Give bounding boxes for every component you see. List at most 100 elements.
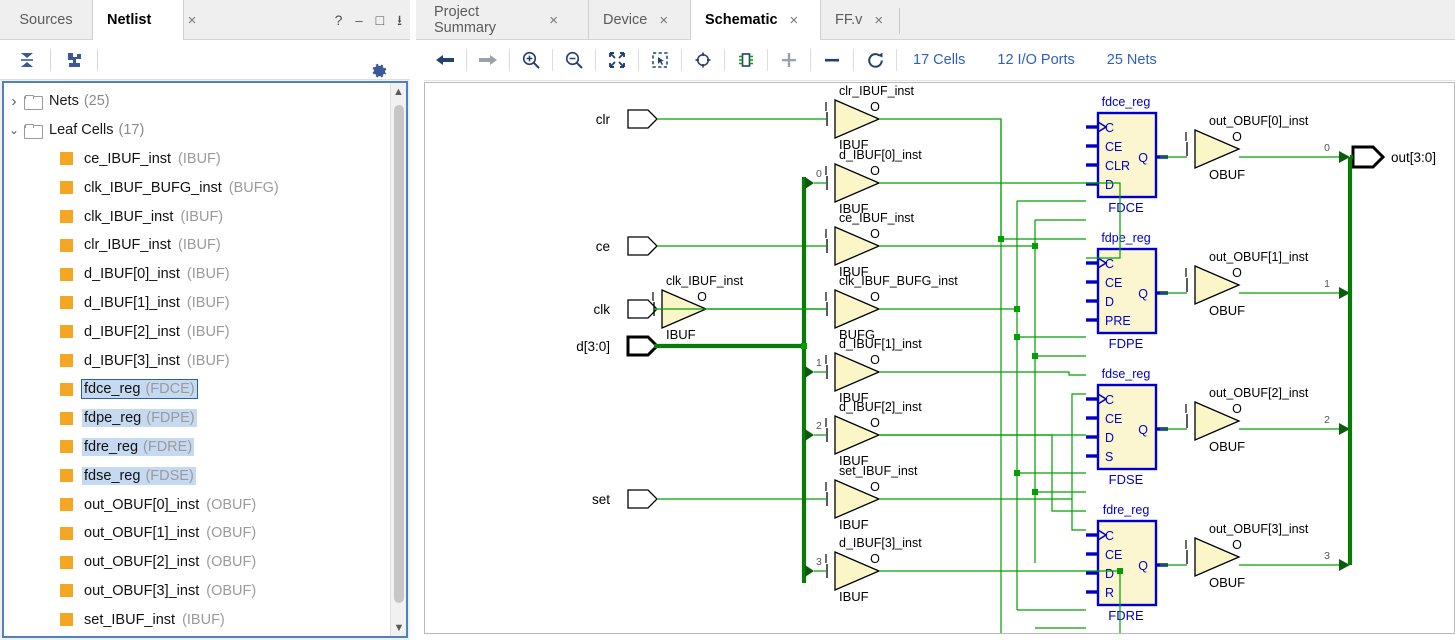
tree-item-clk_IBUF_inst[interactable]: clk_IBUF_inst (IBUF) — [4, 202, 390, 231]
tab-ffv[interactable]: FF.v × — [821, 0, 899, 40]
chevron-down-icon[interactable]: ⌄ — [4, 123, 24, 137]
buffer-pin-O: O — [870, 227, 880, 241]
wire-junction — [1032, 489, 1038, 495]
zoom-area-icon[interactable] — [639, 40, 681, 81]
tree-item-out_OBUF0_inst[interactable]: out_OBUF[0]_inst (OBUF) — [4, 490, 390, 519]
close-icon[interactable]: × — [659, 12, 668, 29]
buffer-pin-I: I — [824, 100, 827, 114]
scroll-down-icon[interactable]: ▼ — [391, 619, 406, 636]
register-pin-Q: Q — [1138, 559, 1148, 573]
obuf-type-label: OBUF — [1209, 167, 1245, 182]
auto-fit-icon[interactable] — [57, 40, 91, 80]
minus-icon[interactable] — [811, 40, 853, 81]
tab-project-summary[interactable]: Project Summary × — [420, 0, 572, 40]
obuf-type-label: OBUF — [1209, 575, 1245, 590]
left-tabbar: Sources Netlist ? × ? – □ ⭳ — [0, 0, 410, 40]
input-port-pin-d30[interactable] — [626, 335, 660, 357]
cell-name: fdce_reg — [84, 381, 141, 398]
schematic-tabbar: Project Summary × Device × Schematic × F… — [416, 0, 1455, 40]
close-icon[interactable]: × — [790, 12, 799, 29]
scroll-thumb[interactable] — [394, 105, 404, 603]
schematic-canvas[interactable]: clr ce clk d[3:0] set clr_IBUF_inst O I IBUF d_IB… — [424, 82, 1455, 634]
bus-index-label: 2 — [816, 420, 822, 432]
tree-item-d_IBUF3_inst[interactable]: d_IBUF[3]_inst (IBUF) — [4, 346, 390, 375]
back-arrow-icon[interactable] — [424, 40, 466, 81]
tree-item-ce_IBUF_inst[interactable]: ce_IBUF_inst (IBUF) — [4, 145, 390, 174]
cell-name: out_OBUF[0]_inst — [84, 496, 200, 513]
tree-item-out_OBUF2_inst[interactable]: out_OBUF[2]_inst (OBUF) — [4, 548, 390, 577]
left-window-buttons: ? – □ ⭳ — [335, 0, 402, 40]
maximize-icon[interactable]: □ — [376, 13, 384, 27]
tree-item-fdce_reg[interactable]: fdce_reg (FDCE) — [4, 375, 390, 404]
tree-item-d_IBUF0_inst[interactable]: d_IBUF[0]_inst (IBUF) — [4, 260, 390, 289]
tab-project-summary-label: Project Summary — [434, 4, 497, 36]
out-bus-index-label: 1 — [1324, 278, 1330, 290]
tab-netlist-label: Netlist — [107, 12, 152, 28]
netlist-scrollbar[interactable]: ▲ ▼ — [390, 83, 406, 636]
tree-item-d_IBUF1_inst[interactable]: d_IBUF[1]_inst (IBUF) — [4, 289, 390, 318]
input-port-pin-set[interactable] — [627, 489, 658, 509]
cell-icon — [60, 181, 73, 195]
tree-item-clr_IBUF_inst[interactable]: clr_IBUF_inst (IBUF) — [4, 231, 390, 260]
tree-group-label: Leaf Cells — [49, 122, 114, 139]
tab-device[interactable]: Device × — [588, 0, 690, 40]
tree-item-label: fdpe_reg (FDPE) — [82, 409, 197, 428]
wire-junction — [1032, 353, 1038, 359]
buffer-inst-label: d_IBUF[1]_inst — [839, 337, 922, 351]
tree-group-leaf-cells[interactable]: ⌄ Leaf Cells (17) — [4, 116, 390, 145]
tab-netlist[interactable]: Netlist ? — [92, 0, 184, 40]
float-icon[interactable]: ⭳ — [397, 13, 402, 27]
netlist-tree[interactable]: › Nets (25) ⌄ Leaf Cells (17) ce_IBUF_inst (IBU… — [2, 81, 408, 638]
tab-netlist-close[interactable]: × — [180, 0, 204, 40]
plus-icon[interactable] — [768, 40, 810, 81]
wire-junction — [1032, 243, 1038, 249]
tree-item-fdpe_reg[interactable]: fdpe_reg (FDPE) — [4, 404, 390, 433]
zoom-fit-icon[interactable] — [596, 40, 638, 81]
tree-item-label: out_OBUF[1]_inst — [82, 524, 201, 542]
tree-item-d_IBUF2_inst[interactable]: d_IBUF[2]_inst (IBUF) — [4, 317, 390, 346]
status-nets[interactable]: 25 Nets — [1107, 52, 1157, 68]
input-port-pin-clr[interactable] — [627, 109, 658, 129]
obuf-inst-label: out_OBUF[3]_inst — [1209, 522, 1309, 536]
register-inst-label: fdce_reg — [1102, 95, 1151, 109]
obuf-inst-label: out_OBUF[2]_inst — [1209, 386, 1309, 400]
zoom-out-icon[interactable] — [553, 40, 595, 81]
tree-group-count: (17) — [118, 122, 145, 139]
close-icon[interactable]: × — [874, 12, 883, 29]
zoom-in-icon[interactable] — [510, 40, 552, 81]
cell-icon — [60, 526, 73, 540]
minimize-icon[interactable]: – — [355, 14, 362, 27]
bus-index-label: 0 — [816, 168, 822, 180]
tree-item-out_OBUF3_inst[interactable]: out_OBUF[3]_inst (OBUF) — [4, 577, 390, 606]
tree-item-fdre_reg[interactable]: fdre_reg (FDRE) — [4, 433, 390, 462]
output-port-pin-out[interactable] — [1351, 145, 1386, 169]
obuf-pin-O: O — [1232, 130, 1242, 144]
tree-item-fdse_reg[interactable]: fdse_reg (FDSE) — [4, 461, 390, 490]
scroll-up-icon[interactable]: ▲ — [391, 83, 406, 100]
register-pin-C: C — [1105, 257, 1114, 271]
cell-properties-icon[interactable] — [725, 40, 767, 81]
tree-item-label: d_IBUF[1]_inst — [82, 294, 182, 312]
status-cells[interactable]: 17 Cells — [913, 52, 965, 68]
chevron-right-icon[interactable]: › — [4, 93, 24, 110]
cell-name: fdpe_reg — [84, 410, 142, 427]
tree-group-nets[interactable]: › Nets (25) — [4, 87, 390, 116]
forward-arrow-icon[interactable] — [467, 40, 509, 81]
register-pin-Q: Q — [1138, 151, 1148, 165]
help-icon[interactable]: ? — [335, 13, 343, 27]
schematic-drawing: clr ce clk d[3:0] set clr_IBUF_inst O I IBUF d_IB… — [425, 83, 1454, 633]
tree-item-set_IBUF_inst[interactable]: set_IBUF_inst (IBUF) — [4, 605, 390, 634]
collapse-all-icon[interactable] — [10, 40, 44, 80]
cell-name: fdse_reg — [84, 467, 141, 484]
tree-item-clk_IBUF_BUFG_inst[interactable]: clk_IBUF_BUFG_inst (BUFG) — [4, 173, 390, 202]
crosshair-icon[interactable] — [682, 40, 724, 81]
tab-schematic[interactable]: Schematic × — [690, 0, 821, 40]
close-icon[interactable]: × — [549, 12, 558, 29]
status-io-ports[interactable]: 12 I/O Ports — [997, 52, 1074, 68]
input-port-pin-ce[interactable] — [627, 236, 658, 256]
reload-icon[interactable] — [854, 40, 896, 81]
tree-item-out_OBUF1_inst[interactable]: out_OBUF[1]_inst (OBUF) — [4, 519, 390, 548]
tab-sources[interactable]: Sources — [0, 0, 92, 40]
cell-type: (FDSE) — [145, 467, 194, 484]
obuf-type-label: OBUF — [1209, 303, 1245, 318]
